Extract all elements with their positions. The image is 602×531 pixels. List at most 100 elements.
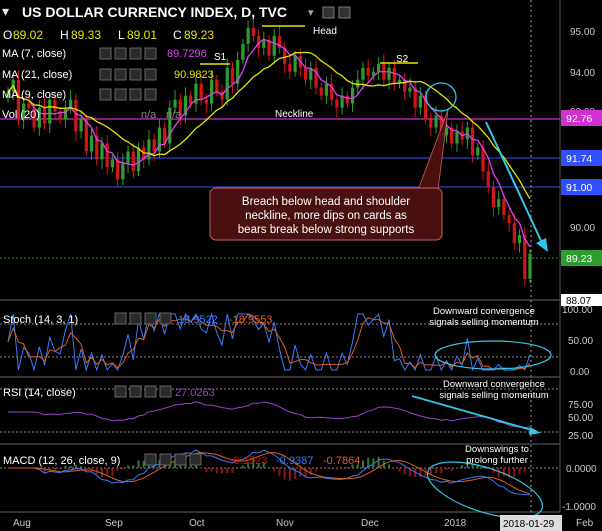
- ma21-value: 90.9823: [174, 69, 214, 81]
- indicator-tool-icon[interactable]: [114, 68, 127, 81]
- x-tick-sep: Sep: [105, 518, 123, 529]
- ma7-label[interactable]: MA (7, close): [2, 48, 66, 60]
- macd-hist-bar: [210, 468, 213, 472]
- stoch-label[interactable]: Stoch (14, 3, 1): [3, 314, 78, 326]
- current-price-tag-text: 89.23: [566, 253, 592, 265]
- candle-body: [429, 119, 433, 128]
- high-value: 89.33: [71, 28, 101, 42]
- candle-body: [418, 95, 422, 108]
- candle-body: [121, 163, 125, 180]
- indicator-tool-icon[interactable]: [114, 312, 127, 325]
- stoch-note-2: signals selling momentum: [429, 317, 538, 328]
- head-label: Head: [313, 26, 337, 37]
- macd-line-value: -0.9387: [276, 455, 313, 467]
- candle-body: [126, 151, 130, 164]
- rsi-line: [8, 401, 531, 428]
- macd-hist-bar: [388, 464, 391, 468]
- candle-body: [89, 135, 94, 152]
- candle-body: [392, 67, 396, 84]
- indicator-tool-icon[interactable]: [114, 385, 127, 398]
- symbol-title: US DOLLAR CURRENCY INDEX, D, TVC: [22, 4, 287, 20]
- indicator-tool-icon[interactable]: [114, 88, 127, 101]
- indicator-tool-icon[interactable]: [144, 385, 157, 398]
- macd-hist-bar: [320, 468, 323, 469]
- macd-tick-0: 0.0000: [566, 464, 597, 475]
- macd-hist-bar: [346, 467, 349, 468]
- indicator-tool-icon[interactable]: [129, 68, 142, 81]
- indicator-tool-icon[interactable]: [129, 47, 142, 60]
- indicator-tool-icon[interactable]: [99, 47, 112, 60]
- indicator-tool-icon[interactable]: [99, 68, 112, 81]
- title-dropdown-icon[interactable]: ▾: [308, 7, 314, 19]
- macd-hist-bar: [116, 468, 119, 472]
- rsi-value: 27.0263: [175, 387, 215, 399]
- indicator-tool-icon[interactable]: [114, 47, 127, 60]
- settings-icon[interactable]: [322, 6, 335, 19]
- vol-label[interactable]: Vol (20): [2, 109, 40, 121]
- macd-note-2: prolong further: [466, 455, 528, 466]
- candle-body: [324, 83, 329, 96]
- macd-label[interactable]: MACD (12, 26, close, 9): [3, 455, 120, 467]
- candle-body: [470, 127, 475, 156]
- indicator-tool-icon[interactable]: [144, 68, 157, 81]
- candle-body: [79, 119, 83, 132]
- indicator-tool-icon[interactable]: [189, 453, 202, 466]
- candle-body: [53, 99, 57, 112]
- macd-hist-bar: [398, 468, 401, 472]
- candle-body: [319, 87, 323, 96]
- macd-hist-bar: [445, 468, 448, 470]
- macd-hist-bar: [523, 468, 526, 472]
- indicator-tool-icon[interactable]: [129, 88, 142, 101]
- indicator-tool-icon[interactable]: [174, 453, 187, 466]
- candle-body: [408, 87, 412, 92]
- candle-body: [387, 67, 391, 80]
- menu-icon[interactable]: ▾: [2, 3, 9, 19]
- x-tick-nov: Nov: [276, 518, 294, 529]
- ma21-label[interactable]: MA (21, close): [2, 69, 72, 81]
- indicator-tool-icon[interactable]: [144, 88, 157, 101]
- indicator-tool-icon[interactable]: [144, 453, 157, 466]
- candle-body: [251, 27, 255, 36]
- s2-label: S2: [396, 54, 409, 65]
- trend-arrowhead: [536, 238, 548, 252]
- indicator-tool-icon[interactable]: [129, 312, 142, 325]
- candle-body: [136, 147, 141, 172]
- candle-body: [303, 67, 308, 80]
- neckline-label: Neckline: [275, 109, 314, 120]
- indicator-tool-icon[interactable]: [159, 312, 172, 325]
- macd-hist-bar: [215, 468, 218, 474]
- candle-body: [528, 253, 532, 279]
- ma7-value: 89.7296: [167, 48, 207, 60]
- rsi-arrow: [411, 395, 536, 432]
- macd-tick-minus1: -1.0000: [562, 502, 596, 513]
- candle-body: [209, 79, 214, 104]
- rsi-tick-50: 50.00: [568, 413, 593, 424]
- candle-body: [189, 95, 193, 104]
- candle-body: [204, 99, 208, 104]
- macd-hist-bar: [497, 468, 500, 478]
- candle-body: [48, 99, 52, 124]
- indicator-tool-icon[interactable]: [144, 312, 157, 325]
- rsi-tick-75: 75.00: [568, 400, 593, 411]
- close-icon[interactable]: [338, 6, 351, 19]
- indicator-tool-icon[interactable]: [129, 385, 142, 398]
- candle-body: [377, 63, 381, 72]
- indicator-tool-icon[interactable]: [99, 88, 112, 101]
- macd-hist-bar: [132, 465, 135, 468]
- ma9-label[interactable]: MA (9, close): [2, 89, 66, 101]
- macd-hist-bar: [268, 466, 270, 468]
- rsi-label[interactable]: RSI (14, close): [3, 387, 76, 399]
- candle-body: [366, 67, 370, 76]
- indicator-tool-icon[interactable]: [159, 385, 172, 398]
- candle-body: [74, 99, 78, 132]
- indicator-tool-icon[interactable]: [159, 453, 172, 466]
- macd-hist-bar: [53, 468, 56, 470]
- candle-body: [476, 147, 480, 156]
- candlestick-series: [6, 18, 532, 287]
- macd-hist-bar: [518, 468, 521, 474]
- callout-line-1: Breach below head and shoulder: [242, 196, 410, 208]
- candle-body: [230, 67, 235, 84]
- candle-body: [335, 99, 339, 108]
- indicator-tool-icon[interactable]: [144, 47, 157, 60]
- s1-price-tag-text: 91.74: [566, 153, 592, 165]
